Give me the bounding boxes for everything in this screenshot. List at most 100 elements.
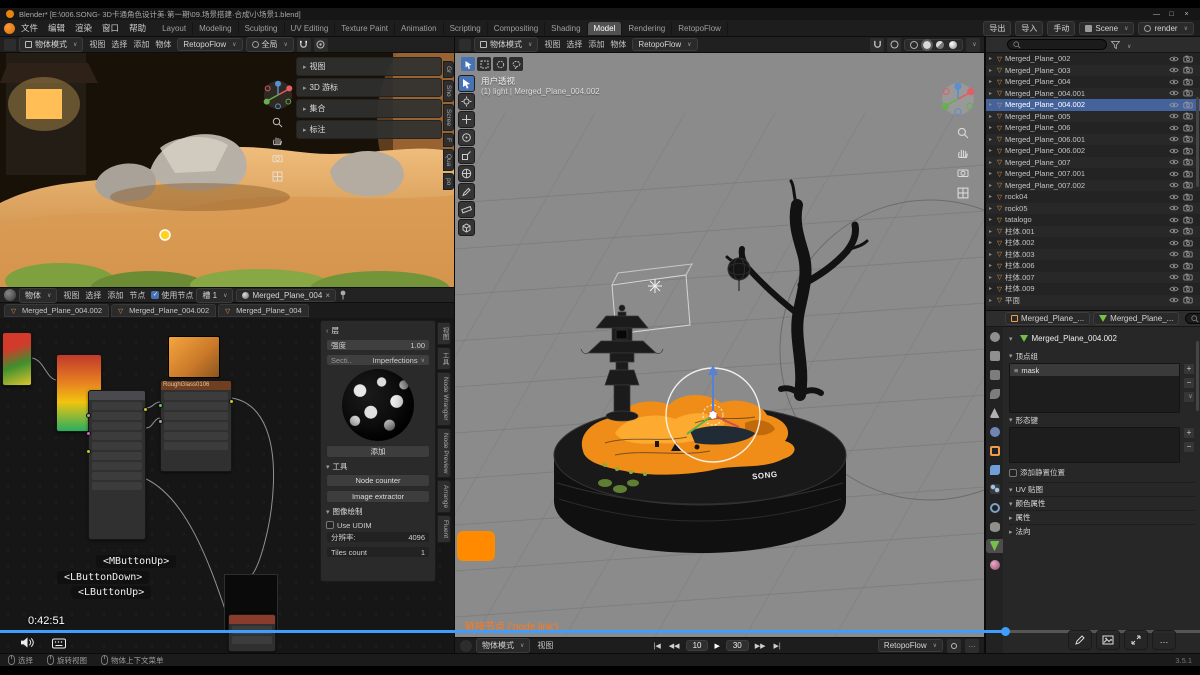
resolution-field[interactable]: 分辨率: 4096 [326,531,430,543]
vertex-group-item[interactable]: ≡ mask [1010,364,1179,376]
annotate-tool-button[interactable] [458,183,475,200]
workspace-tab[interactable]: Scripting [444,22,488,35]
node-sidebar-tab[interactable]: 视图 [437,322,451,345]
expand-arrow-icon[interactable] [989,262,997,269]
workspace-tab[interactable]: Modeling [193,22,238,35]
outliner-row[interactable]: Merged_Plane_005 [986,111,1200,123]
camera-view-icon[interactable] [955,165,970,180]
hide-viewport-icon[interactable] [1169,181,1179,189]
play-button[interactable] [712,642,721,650]
mode-dropdown[interactable]: 物体模式 [19,37,83,52]
breadcrumb[interactable]: Merged_Plane_004.002 [111,304,216,317]
tab-physics[interactable] [986,501,1003,515]
tab-render[interactable] [986,349,1003,363]
menu-item[interactable]: 帮助 [124,21,151,35]
retopoflow-menu[interactable]: RetopoFlow [632,38,697,51]
timeline-options-icon[interactable]: … [965,639,979,653]
disable-render-icon[interactable] [1183,124,1193,132]
hide-viewport-icon[interactable] [1169,147,1179,155]
zoom-icon[interactable] [955,125,970,140]
select-lasso-icon[interactable] [509,57,523,71]
jump-to-end-button[interactable] [772,642,783,650]
expand-arrow-icon[interactable] [989,78,997,85]
disable-render-icon[interactable] [1183,78,1193,86]
node-canvas[interactable]: RoughGlass0106 ‹ 层 强度 1.00 Secti.. [0,318,455,653]
shading-material-icon[interactable] [936,41,944,49]
tab-tool[interactable] [986,330,1003,344]
outliner-row[interactable]: 平面 [986,295,1200,307]
viewport-menu[interactable]: 添加 [130,39,152,50]
viewport-menu[interactable]: 添加 [585,39,607,50]
use-udim-checkbox[interactable]: Use UDIM [326,519,430,531]
expand-arrow-icon[interactable] [989,113,997,120]
breadcrumb[interactable]: Merged_Plane_004 [218,304,308,317]
sidebar-panel-header[interactable]: 3D 游标 [296,78,442,97]
workspace-tab[interactable]: Model [588,22,623,35]
outliner-row[interactable]: tatalogo [986,214,1200,226]
scale-tool-button[interactable] [458,147,475,164]
outliner-row[interactable]: rock04 [986,191,1200,203]
outliner-row[interactable]: Merged_Plane_006.002 [986,145,1200,157]
editor-type-icon[interactable] [4,39,16,51]
minimize-button[interactable]: — [1149,11,1164,18]
expand-arrow-icon[interactable] [989,297,997,304]
zoom-icon[interactable] [270,115,285,130]
breadcrumb[interactable]: Merged_Plane_004.002 [4,304,109,317]
collapse-icon[interactable]: ‹ [326,326,329,335]
uv-maps-header[interactable]: UV 贴图 [1009,482,1195,496]
shading-wireframe-icon[interactable] [910,41,918,49]
outliner-row[interactable]: Merged_Plane_007.002 [986,180,1200,192]
rotate-tool-button[interactable] [458,129,475,146]
disable-render-icon[interactable] [1183,193,1193,201]
imperfection-preview-ball[interactable] [342,369,414,441]
add-button[interactable]: 添加 [326,445,430,458]
output-socket[interactable] [143,407,148,412]
rendered-viewport[interactable]: 视图 3D 游标 集合 标注 GrShoScreeFQuapo [0,53,455,287]
hide-viewport-icon[interactable] [1169,89,1179,97]
image-texture-node[interactable]: RoughGlass0106 [160,380,232,472]
editor-type-icon[interactable] [459,39,471,51]
workspace-tab[interactable]: Layout [156,22,193,35]
outliner-row[interactable]: Merged_Plane_006 [986,122,1200,134]
remove-shape-key-button[interactable]: − [1183,441,1195,453]
tweak-select-icon[interactable] [461,57,475,71]
node-editor-menu[interactable]: 选择 [82,290,104,301]
filter-icon[interactable] [1111,41,1120,49]
more-options-button[interactable]: … [1152,630,1176,650]
viewport-menu[interactable]: 视图 [541,39,563,50]
strength-slider[interactable]: 强度 1.00 [326,339,430,351]
disable-render-icon[interactable] [1183,227,1193,235]
workspace-tab[interactable]: Animation [395,22,444,35]
expand-arrow-icon[interactable] [989,159,997,166]
expand-arrow-icon[interactable] [989,182,997,189]
viewport-menu[interactable]: 视图 [86,39,108,50]
expand-arrow-icon[interactable] [989,101,997,108]
tab-object[interactable] [986,444,1003,458]
pin-icon[interactable] [339,290,347,300]
viewport-3d[interactable]: 用户透视 (1) light | Merged_Plane_004.002 [455,53,985,637]
disable-render-icon[interactable] [1183,262,1193,270]
shader-type-dropdown[interactable]: 物体 [19,288,57,303]
node-counter-button[interactable]: Node counter [326,474,430,487]
camera-view-icon[interactable] [270,151,285,166]
input-socket[interactable] [86,431,91,436]
viewport-menu[interactable]: 选择 [108,39,130,50]
hide-viewport-icon[interactable] [1169,112,1179,120]
hide-viewport-icon[interactable] [1169,216,1179,224]
datablock-name[interactable]: Merged_Plane_004.002 [1032,334,1117,343]
outliner-row[interactable]: Merged_Plane_006.001 [986,134,1200,146]
disable-render-icon[interactable] [1183,170,1193,178]
frame-end-field[interactable]: 30 [726,640,749,651]
menu-item[interactable]: 文件 [16,21,43,35]
attributes-header[interactable]: 属性 [1009,510,1195,524]
outliner-row[interactable]: Merged_Plane_004.002 [986,99,1200,111]
sidebar-tab[interactable]: po [443,173,454,190]
expand-arrow-icon[interactable] [989,193,997,200]
texture-preview-thumbnail[interactable] [168,336,220,378]
hide-viewport-icon[interactable] [1169,66,1179,74]
menu-item[interactable]: 窗口 [97,21,124,35]
add-cube-tool-button[interactable] [458,219,475,236]
expand-arrow-icon[interactable] [989,228,997,235]
shading-rendered-icon[interactable] [949,41,957,49]
color-attributes-header[interactable]: 颜色属性 [1009,496,1195,510]
